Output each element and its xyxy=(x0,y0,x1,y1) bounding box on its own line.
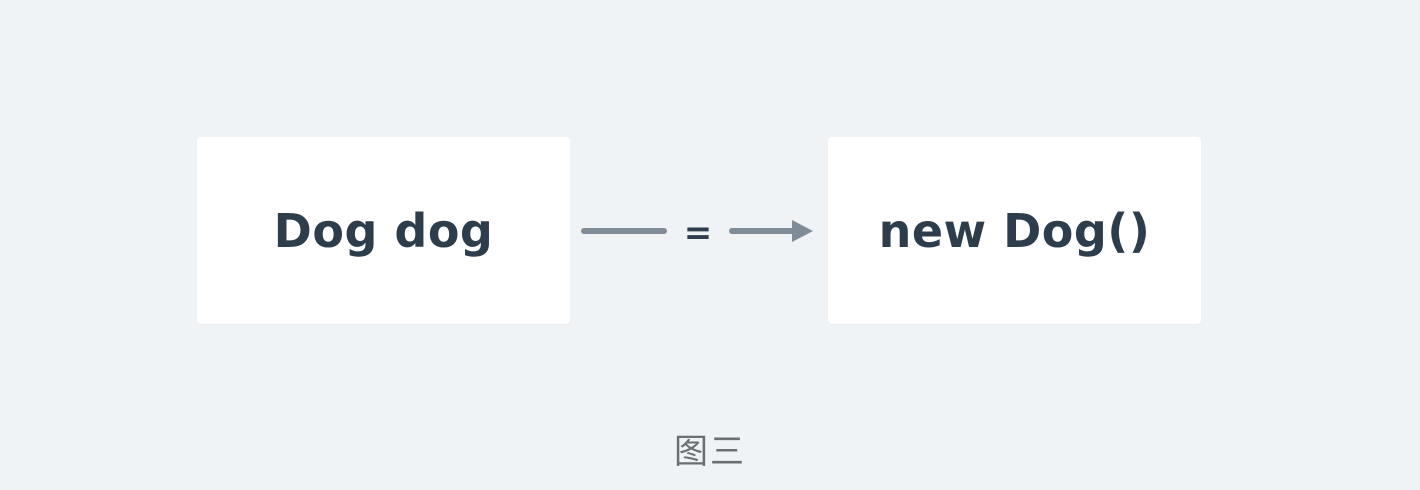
arrow-head-icon xyxy=(792,220,813,242)
object-box: new Dog() xyxy=(828,137,1201,324)
assignment-arrow: = xyxy=(581,213,813,251)
object-label: new Dog() xyxy=(878,203,1151,258)
assignment-operator: = xyxy=(684,213,713,251)
figure-caption: 图三 xyxy=(674,432,746,472)
reference-label: Dog dog xyxy=(273,203,494,258)
reference-box: Dog dog xyxy=(197,137,570,324)
